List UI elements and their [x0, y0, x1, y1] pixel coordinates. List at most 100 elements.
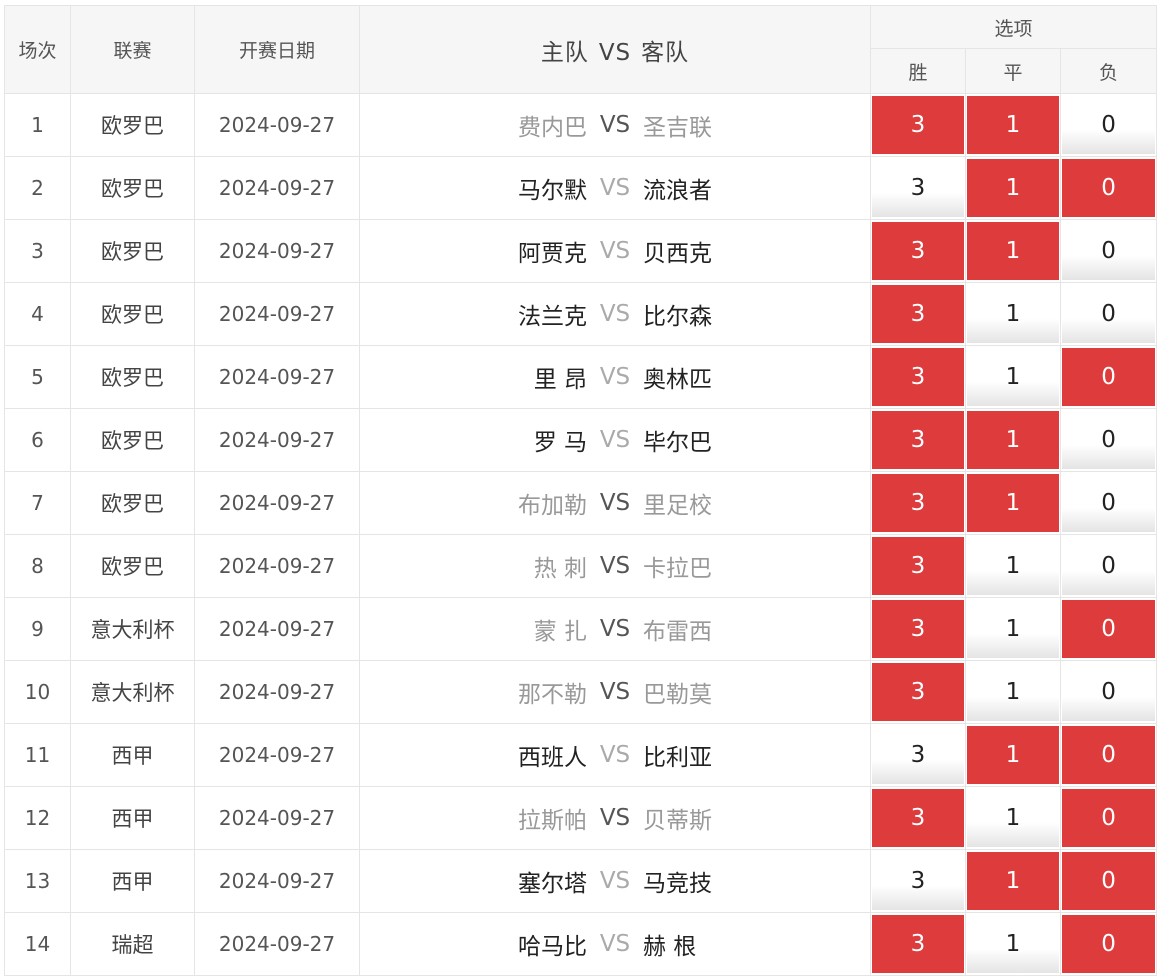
match-teams: 马尔默 VS 流浪者	[360, 171, 870, 205]
away-team: 贝蒂斯	[643, 808, 712, 834]
row-league: 欧罗巴	[70, 93, 195, 157]
home-team: 罗 马	[533, 430, 587, 456]
row-index: 4	[4, 282, 71, 346]
away-team: 里足校	[643, 493, 712, 519]
option-draw[interactable]: 1	[967, 222, 1059, 280]
header-league: 联赛	[70, 5, 195, 94]
option-loss[interactable]: 0	[1062, 663, 1156, 721]
row-index: 12	[4, 786, 71, 850]
option-win[interactable]: 3	[872, 726, 964, 784]
option-win[interactable]: 3	[872, 285, 964, 343]
option-win[interactable]: 3	[872, 600, 964, 658]
table-row: 6 欧罗巴 2024-09-27 罗 马 VS 毕尔巴 3 1 0	[4, 408, 1157, 472]
option-loss[interactable]: 0	[1062, 159, 1156, 217]
table-row: 13 西甲 2024-09-27 塞尔塔 VS 马竞技 3 1 0	[4, 849, 1157, 913]
vs-label: VS	[599, 679, 631, 705]
home-team: 蒙 扎	[533, 619, 587, 645]
match-teams: 里 昂 VS 奥林匹	[360, 360, 870, 394]
option-draw[interactable]: 1	[967, 789, 1059, 847]
row-match: 布加勒 VS 里足校	[359, 471, 871, 535]
table-row: 4 欧罗巴 2024-09-27 法兰克 VS 比尔森 3 1 0	[4, 282, 1157, 346]
option-draw[interactable]: 1	[967, 159, 1059, 217]
header-match: 主队 VS 客队	[359, 5, 871, 94]
option-win[interactable]: 3	[872, 222, 964, 280]
row-date: 2024-09-27	[194, 408, 360, 472]
home-team: 热 刺	[533, 556, 587, 582]
row-date: 2024-09-27	[194, 660, 360, 724]
option-draw[interactable]: 1	[967, 663, 1059, 721]
option-win[interactable]: 3	[872, 537, 964, 595]
option-draw[interactable]: 1	[967, 852, 1059, 910]
option-win[interactable]: 3	[872, 474, 964, 532]
option-draw[interactable]: 1	[967, 348, 1059, 406]
option-win[interactable]: 3	[872, 915, 964, 973]
option-win[interactable]: 3	[872, 411, 964, 469]
option-draw[interactable]: 1	[967, 600, 1059, 658]
option-draw[interactable]: 1	[967, 411, 1059, 469]
option-win[interactable]: 3	[872, 852, 964, 910]
vs-label: VS	[599, 805, 631, 831]
row-date: 2024-09-27	[194, 786, 360, 850]
row-date: 2024-09-27	[194, 471, 360, 535]
header-options: 选项	[869, 5, 1157, 49]
option-loss[interactable]: 0	[1062, 915, 1156, 973]
away-team: 贝西克	[643, 241, 712, 267]
row-league: 欧罗巴	[70, 534, 195, 598]
home-team: 塞尔塔	[518, 871, 587, 897]
option-draw[interactable]: 1	[967, 915, 1059, 973]
option-loss[interactable]: 0	[1062, 726, 1156, 784]
home-team: 西班人	[518, 745, 587, 771]
option-loss[interactable]: 0	[1062, 285, 1156, 343]
option-draw[interactable]: 1	[967, 726, 1059, 784]
row-match: 蒙 扎 VS 布雷西	[359, 597, 871, 661]
option-loss[interactable]: 0	[1062, 474, 1156, 532]
row-index: 8	[4, 534, 71, 598]
vs-label: VS	[599, 490, 631, 516]
row-match: 阿贾克 VS 贝西克	[359, 219, 871, 283]
row-date: 2024-09-27	[194, 93, 360, 157]
match-table-container: 场次 联赛 开赛日期 主队 VS 客队 选项 胜 平 负 1 欧罗巴 2024-09-2…	[4, 5, 1157, 976]
row-date: 2024-09-27	[194, 723, 360, 787]
option-loss[interactable]: 0	[1062, 411, 1156, 469]
option-win[interactable]: 3	[872, 96, 964, 154]
option-draw[interactable]: 1	[967, 537, 1059, 595]
row-index: 14	[4, 912, 71, 976]
row-index: 10	[4, 660, 71, 724]
table-row: 14 瑞超 2024-09-27 哈马比 VS 赫 根 310	[4, 912, 1157, 976]
row-league: 意大利杯	[70, 597, 195, 661]
option-win[interactable]: 3	[872, 159, 964, 217]
row-date: 2024-09-27	[194, 912, 360, 976]
option-loss[interactable]: 0	[1062, 600, 1156, 658]
away-team: 马竞技	[643, 871, 712, 897]
option-draw[interactable]: 1	[967, 285, 1059, 343]
option-loss[interactable]: 0	[1062, 852, 1156, 910]
option-win[interactable]: 3	[872, 663, 964, 721]
vs-label: VS	[599, 931, 631, 957]
option-win[interactable]: 3	[872, 789, 964, 847]
table-row: 10 意大利杯 2024-09-27 那不勒 VS 巴勒莫 3 1 0	[4, 660, 1157, 724]
row-league: 欧罗巴	[70, 282, 195, 346]
match-table: 场次 联赛 开赛日期 主队 VS 客队 选项 胜 平 负 1 欧罗巴 2024-09-2…	[4, 5, 1157, 976]
option-draw[interactable]: 1	[967, 474, 1059, 532]
option-win[interactable]: 3	[872, 348, 964, 406]
match-teams: 阿贾克 VS 贝西克	[360, 234, 870, 268]
option-loss[interactable]: 0	[1062, 348, 1156, 406]
option-loss[interactable]: 0	[1062, 96, 1156, 154]
option-loss[interactable]: 0	[1062, 222, 1156, 280]
option-loss[interactable]: 0	[1062, 789, 1156, 847]
table-row: 1 欧罗巴 2024-09-27 费内巴 VS 圣吉联 3 1 0	[4, 93, 1157, 157]
table-row: 5 欧罗巴 2024-09-27 里 昂 VS 奥林匹 3 1 0	[4, 345, 1157, 409]
home-team: 哈马比	[518, 934, 587, 960]
vs-label: VS	[599, 427, 631, 453]
option-loss[interactable]: 0	[1062, 537, 1156, 595]
table-row: 2 欧罗巴 2024-09-27 马尔默 VS 流浪者 3 1 0	[4, 156, 1157, 220]
row-match: 西班人 VS 比利亚	[359, 723, 871, 787]
match-teams: 哈马比 VS 赫 根	[360, 927, 870, 961]
row-date: 2024-09-27	[194, 156, 360, 220]
option-draw[interactable]: 1	[967, 96, 1059, 154]
row-league: 西甲	[70, 786, 195, 850]
home-team: 拉斯帕	[518, 808, 587, 834]
row-index: 6	[4, 408, 71, 472]
row-index: 7	[4, 471, 71, 535]
header-date: 开赛日期	[194, 5, 360, 94]
